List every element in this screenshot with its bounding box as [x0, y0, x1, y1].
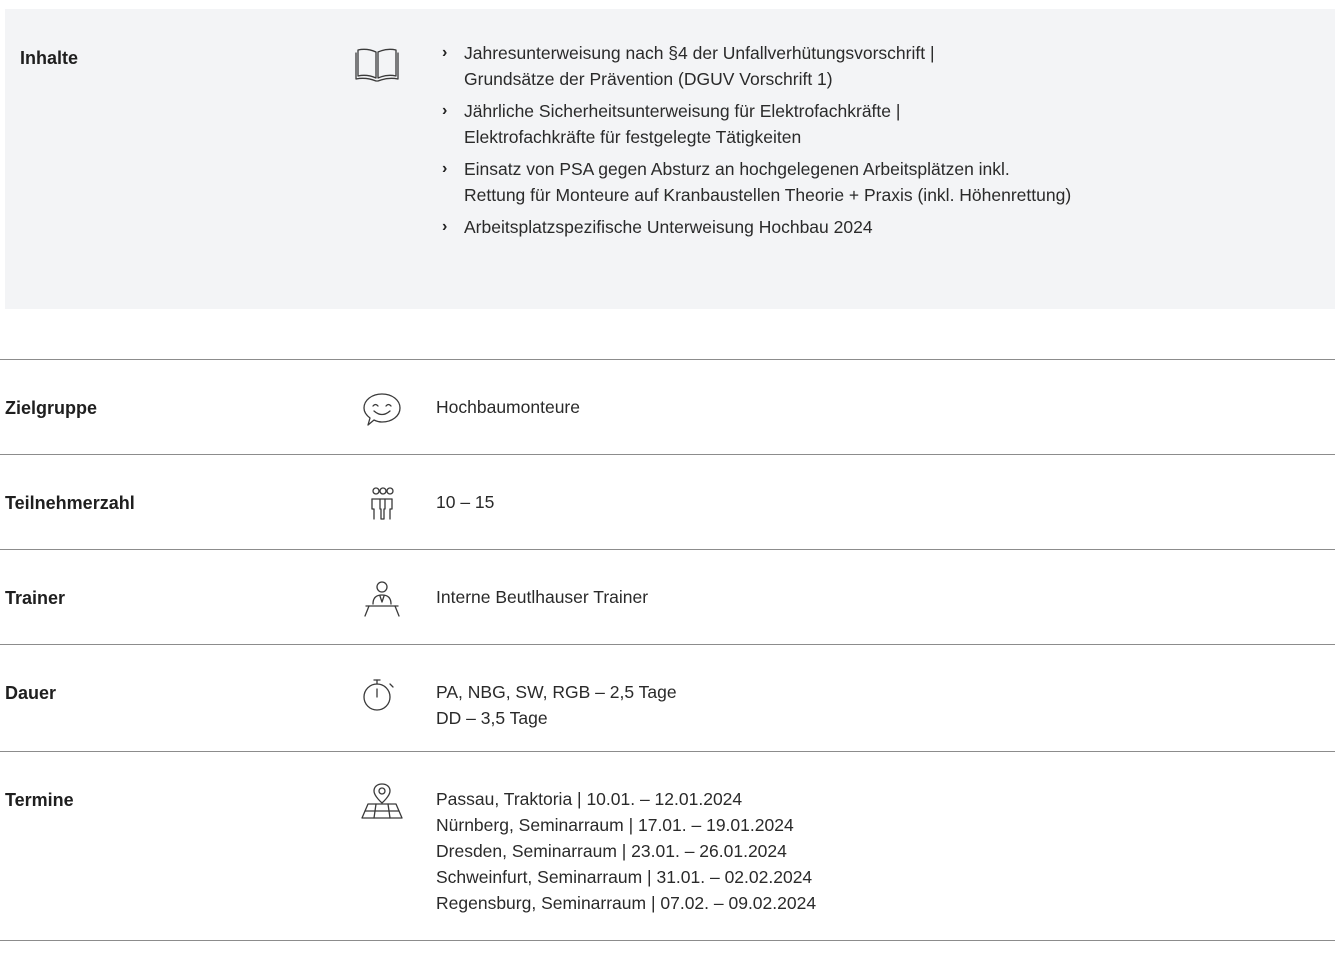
chevron-right-icon: › [442, 218, 448, 235]
list-item: › Einsatz von PSA gegen Absturz an hochg… [440, 156, 1071, 208]
list-item: › Jahresunterweisung nach §4 der Unfallv… [440, 40, 1071, 92]
row-values: 10 – 15 [436, 492, 495, 512]
row-label: Dauer [5, 683, 57, 703]
book-icon [355, 46, 399, 86]
row-termine: Termine Passau, Traktoria | 10.01. – 12.… [0, 751, 1335, 941]
chevron-right-icon: › [442, 160, 448, 177]
row-values: Passau, Traktoria | 10.01. – 12.01.2024 … [436, 789, 817, 913]
speech-bubble-smile-icon [360, 390, 406, 430]
row-values: PA, NBG, SW, RGB – 2,5 Tage DD – 3,5 Tag… [436, 682, 677, 728]
row-label: Teilnehmerzahl [5, 493, 135, 513]
group-people-icon [360, 485, 406, 525]
details-table: Zielgruppe Hochbaumonteure Teilnehmerzah… [0, 359, 1335, 941]
row-values: Hochbaumonteure [436, 397, 580, 417]
inhalte-list: › Jahresunterweisung nach §4 der Unfallv… [440, 40, 1071, 246]
row-teilnehmerzahl: Teilnehmerzahl 10 – 15 [0, 454, 1335, 549]
row-zielgruppe: Zielgruppe Hochbaumonteure [0, 359, 1335, 454]
list-item: › Arbeitsplatzspezifische Unterweisung H… [440, 214, 1071, 240]
chevron-right-icon: › [442, 102, 448, 119]
map-pin-icon [360, 782, 406, 822]
row-trainer: Trainer Interne Beutlhauser Trainer [0, 549, 1335, 644]
row-values: Interne Beutlhauser Trainer [436, 587, 649, 607]
row-dauer: Dauer PA, NBG, SW, RGB – 2,5 Tage DD – 3… [0, 644, 1335, 751]
stopwatch-icon [360, 675, 406, 715]
course-details-page: Inhalte › Jahresunterweisung nach §4 der… [0, 0, 1335, 955]
inhalte-label: Inhalte [20, 48, 79, 68]
trainer-podium-icon [360, 580, 406, 620]
chevron-right-icon: › [442, 44, 448, 61]
row-label: Termine [5, 790, 74, 810]
row-label: Trainer [5, 588, 66, 608]
row-label: Zielgruppe [5, 398, 98, 418]
list-item: › Jährliche Sicherheitsunterweisung für … [440, 98, 1071, 150]
